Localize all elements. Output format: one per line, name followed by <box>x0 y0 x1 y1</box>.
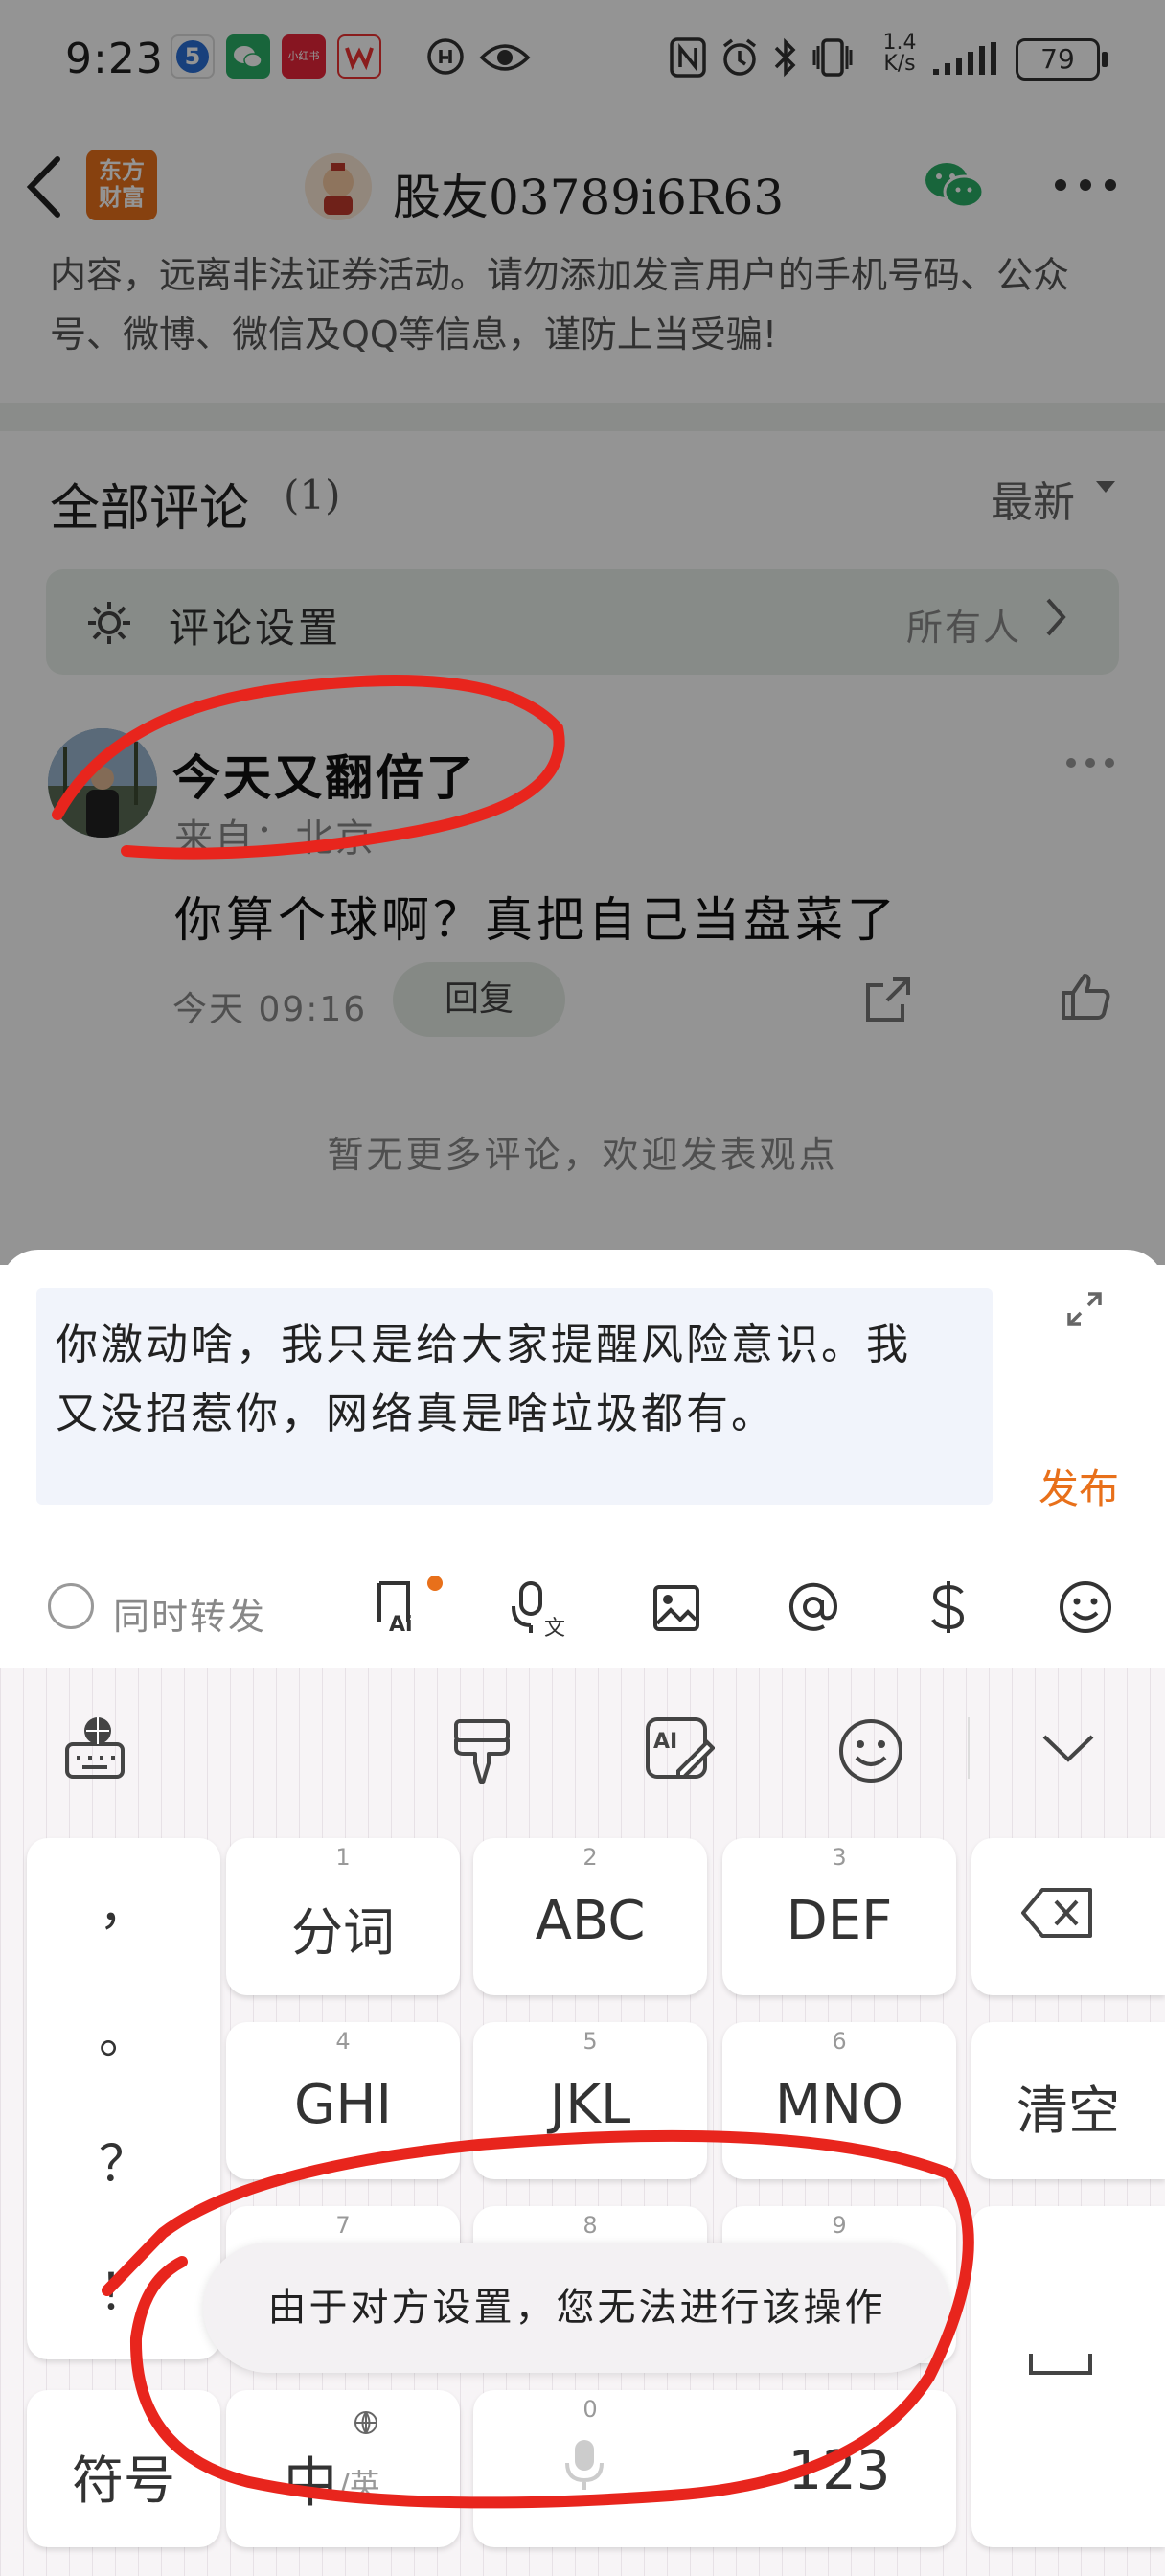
annotation-circle-username <box>52 675 565 860</box>
red-annotation-overlay <box>52 675 974 2509</box>
annotation-circle-toast <box>102 2129 974 2509</box>
